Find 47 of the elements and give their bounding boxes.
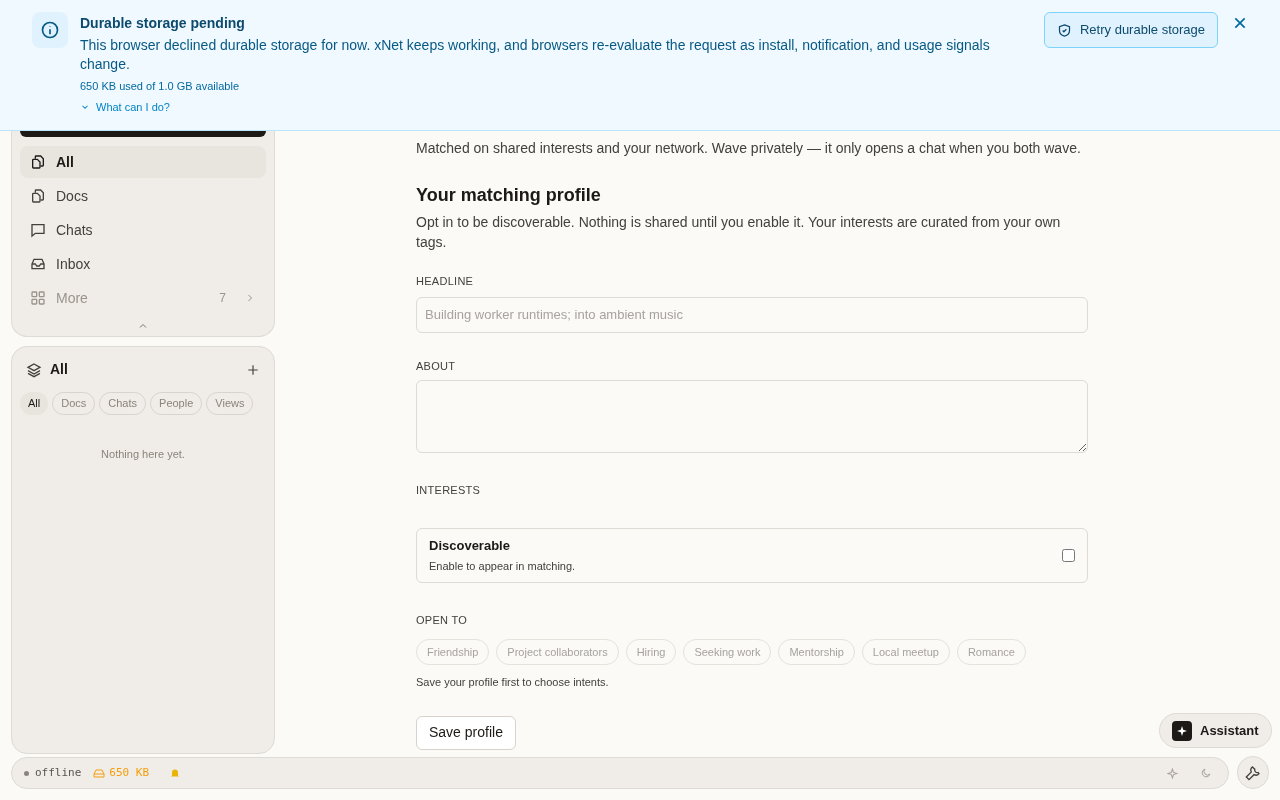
help-link[interactable]: What can I do? <box>80 98 170 115</box>
grid-icon <box>30 290 46 306</box>
filter-chip[interactable]: All <box>20 392 49 415</box>
storage-usage: 650 KB used of 1.0 GB available <box>80 79 240 94</box>
connection-status: offline <box>24 764 82 782</box>
nav-item[interactable]: Docs <box>20 180 266 212</box>
section-heading: Your matching profile <box>416 184 602 207</box>
sparkle-icon <box>1172 720 1192 741</box>
nav-item[interactable]: Chats <box>20 214 266 246</box>
headline-field[interactable]: Building worker runtimes; into ambient music <box>416 296 1088 333</box>
nav-item[interactable]: Inbox <box>20 248 266 280</box>
bell-icon[interactable] <box>169 767 182 779</box>
discoverable-description: Enable to appear in matching. <box>429 558 577 574</box>
banner-title: Durable storage pending <box>80 14 246 33</box>
inbox-icon <box>30 256 46 272</box>
documents-icon <box>30 154 46 170</box>
documents-icon <box>30 188 46 204</box>
drive-icon <box>93 768 106 778</box>
nav-item[interactable]: All <box>20 146 266 178</box>
collection-title: All <box>50 360 69 379</box>
moon-icon[interactable] <box>1200 767 1212 779</box>
assistant-button[interactable]: Assistant <box>1159 713 1272 748</box>
shield-check-icon <box>1057 22 1072 38</box>
about-field[interactable] <box>416 380 1088 453</box>
discoverable-checkbox[interactable] <box>1062 548 1075 562</box>
tools-button[interactable] <box>1237 756 1269 789</box>
hint-text: Save your profile first to choose intents. <box>416 675 610 690</box>
info-icon <box>32 12 68 48</box>
field-label: ABOUT <box>416 358 457 374</box>
save-profile-button[interactable]: Save profile <box>416 715 516 750</box>
field-label: INTERESTS <box>416 483 482 498</box>
storage-status[interactable]: 650 KB <box>93 764 150 782</box>
section-description: Opt in to be discoverable. Nothing is shared until you enable it. Your interests are curated from your own tags. <box>416 213 1062 252</box>
chat-icon <box>30 222 46 238</box>
field-label: OPEN TO <box>416 612 469 628</box>
layers-icon <box>26 361 42 378</box>
nav-item[interactable]: More 7 <box>20 282 266 314</box>
intro-text: Matched on shared interests and your network. Wave privately — it only opens a chat when you both wave. <box>416 139 1082 158</box>
wrench-icon <box>1245 764 1261 781</box>
field-label: HEADLINE <box>416 274 475 289</box>
retry-storage-button[interactable]: Retry durable storage <box>1044 12 1218 48</box>
sparkle-icon[interactable] <box>1167 766 1180 780</box>
discoverable-title: Discoverable <box>429 537 511 555</box>
add-icon[interactable] <box>246 362 260 377</box>
empty-message: Nothing here yet. <box>100 447 186 462</box>
close-icon[interactable] <box>1232 15 1248 31</box>
banner-message: This browser declined durable storage for now. xNet keeps working, and browsers re-evaluate the request as install, notification, and usage signals change. <box>80 36 991 74</box>
